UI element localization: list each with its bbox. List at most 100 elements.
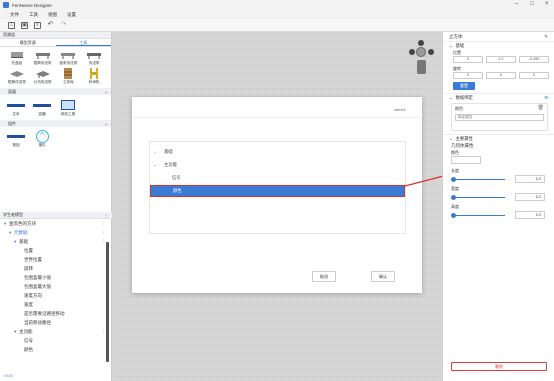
plugin-group-header[interactable]: 组件 ⌄ xyxy=(0,120,111,127)
tree-item[interactable]: 位置 xyxy=(0,246,112,255)
text-widget-icon xyxy=(6,98,26,112)
close-icon[interactable]: × xyxy=(545,1,549,7)
tree-item[interactable]: 包围盒最小值 xyxy=(0,273,112,282)
undo-icon[interactable]: ↶ xyxy=(47,21,54,29)
length-input[interactable]: 0.2 xyxy=(515,175,545,183)
card-container[interactable]: 容器 xyxy=(32,98,52,117)
tree-item[interactable]: 当前移动路径 xyxy=(0,318,112,327)
dialog-row-color[interactable]: 颜色 xyxy=(150,185,405,197)
tree-item[interactable]: ▾ 金资色的方块 ⋮ xyxy=(0,219,112,228)
settings-icon[interactable]: ⚙ xyxy=(544,95,548,101)
menu-bar: 文件 工具 视图 设置 xyxy=(0,10,554,19)
model-grid: 托盘组 辊筒传送带 链条传送带 传送带 辊筒传送带 分流传送带 立体库 码垛机 xyxy=(0,47,111,87)
card-text[interactable]: 文本 xyxy=(6,98,26,117)
maximize-icon[interactable]: □ xyxy=(530,1,534,7)
width-slider[interactable]: 0.2 xyxy=(443,192,554,203)
tree-item[interactable]: 信号 xyxy=(0,336,112,345)
tree-item[interactable]: 颜色 xyxy=(0,345,112,354)
card-webpage[interactable]: 网页工具 xyxy=(58,98,78,117)
width-input[interactable]: 0.2 xyxy=(515,193,545,201)
length-label: 长度 xyxy=(451,167,459,173)
rotation-y-input[interactable]: 0 xyxy=(486,72,516,79)
confirm-button[interactable]: 确认 xyxy=(371,271,395,282)
more-icon[interactable]: ⋮ xyxy=(102,221,107,227)
section-main-properties[interactable]: ⌄ 主要属性 xyxy=(443,134,554,142)
rotation-inputs: 0 0 0 xyxy=(443,72,554,79)
chevron-down-icon: ⌄ xyxy=(104,89,108,94)
model-item[interactable]: 立体库 xyxy=(56,68,82,85)
delete-button[interactable]: 删除 xyxy=(451,362,547,371)
gizmo-right-icon[interactable] xyxy=(428,49,434,55)
more-icon[interactable]: ⋮ xyxy=(104,213,108,218)
model-item[interactable]: 分流传送带 xyxy=(30,68,56,85)
chevron-down-icon[interactable]: ⌄ xyxy=(150,162,160,168)
edit-icon[interactable]: ✎ xyxy=(544,34,548,40)
gizmo-center-icon[interactable] xyxy=(416,47,426,57)
tree-scrollbar[interactable] xyxy=(106,242,109,362)
reset-button[interactable]: 重置 xyxy=(453,82,475,90)
tree-item[interactable]: 旋转 xyxy=(0,264,112,273)
height-slider[interactable]: 0.2 xyxy=(443,210,554,221)
position-x-input[interactable]: 0 xyxy=(453,56,483,63)
card-guide[interactable]: ^ 指引 xyxy=(32,129,52,148)
redo-icon[interactable]: ↷ xyxy=(60,21,67,29)
binding-property-input[interactable]: 绑定属性 xyxy=(455,114,544,121)
height-input[interactable]: 0.2 xyxy=(515,211,545,219)
more-icon[interactable]: ⋮ xyxy=(102,230,107,236)
tree-item-label: 是否需要沿路径移动 xyxy=(24,310,65,316)
gizmo-left-icon[interactable] xyxy=(409,49,415,55)
tree-item-label: 元数据 xyxy=(14,229,28,235)
export-icon[interactable]: ⇪ xyxy=(34,21,41,29)
tree-item[interactable]: 世界位置 xyxy=(0,255,112,264)
length-slider[interactable]: 0.2 xyxy=(443,174,554,185)
dialog-row-signal[interactable]: 信号 xyxy=(150,172,405,184)
color-swatch-input[interactable] xyxy=(451,156,481,164)
rotation-label: 旋转 xyxy=(453,65,461,71)
length-slider-knob[interactable] xyxy=(451,177,456,182)
tree-item[interactable]: ▾ 主功能 ⋮ xyxy=(0,327,112,336)
menu-file[interactable]: 文件 xyxy=(10,12,19,18)
gizmo-camera-icon[interactable] xyxy=(417,60,426,74)
delete-binding-icon[interactable]: 🗑 xyxy=(538,105,544,111)
tree-item-label: 旋转 xyxy=(24,265,33,271)
model-item[interactable]: 码垛机 xyxy=(81,68,107,85)
tree-item[interactable]: 速度 xyxy=(0,300,112,309)
tab-models[interactable]: 模型资源 xyxy=(0,39,56,46)
view-gizmo[interactable] xyxy=(409,40,435,80)
tree-item[interactable]: ▾ 基础 ⋮ xyxy=(0,237,112,246)
dialog-divider xyxy=(132,117,422,118)
model-item[interactable]: 链条传送带 xyxy=(56,49,82,66)
tree-item[interactable]: 包围盒最大值 xyxy=(0,282,112,291)
model-item[interactable]: 辊筒传送带 xyxy=(30,49,56,66)
properties-header: 立方体 ✎ xyxy=(443,32,554,41)
card-button[interactable]: 按钮 xyxy=(6,129,26,148)
minimize-icon[interactable]: – xyxy=(515,1,518,7)
tree-item[interactable]: 速度方向 xyxy=(0,291,112,300)
model-item[interactable]: 传送带 xyxy=(81,49,107,66)
chevron-right-icon[interactable]: › xyxy=(150,150,160,155)
menu-tools[interactable]: 工具 xyxy=(29,12,38,18)
home-icon[interactable]: ⌂ xyxy=(8,21,15,29)
position-z-input[interactable]: -0.059 xyxy=(519,56,549,63)
menu-view[interactable]: 视图 xyxy=(48,12,57,18)
model-item[interactable]: 辊筒传送带 xyxy=(4,68,30,85)
height-slider-knob[interactable] xyxy=(451,213,456,218)
section-data-binding[interactable]: ⌄ 数据绑定 ⚙ xyxy=(443,93,554,101)
dialog-row-main[interactable]: ⌄ 主功能 xyxy=(150,159,405,171)
section-basic[interactable]: ⌄ 基础 xyxy=(443,41,554,49)
tree-item[interactable]: 是否需要沿路径移动 xyxy=(0,309,112,318)
rotation-z-input[interactable]: 0 xyxy=(519,72,549,79)
menu-settings[interactable]: 设置 xyxy=(67,12,76,18)
save-icon[interactable]: ▣ xyxy=(21,21,28,29)
position-y-input[interactable]: 0.1 xyxy=(486,56,516,63)
width-slider-knob[interactable] xyxy=(451,195,456,200)
tree-item-label: 主功能 xyxy=(19,328,33,334)
gizmo-top-icon[interactable] xyxy=(418,40,424,46)
model-item[interactable]: 托盘组 xyxy=(4,49,30,66)
tree-item[interactable]: ▾ 元数据 ⋮ xyxy=(0,228,112,237)
rotation-x-input[interactable]: 0 xyxy=(453,72,483,79)
tab-tools[interactable]: 工具 xyxy=(55,39,111,46)
container-group-header[interactable]: 容器 ⌄ xyxy=(0,88,111,95)
dialog-row-basic[interactable]: › 基础 xyxy=(150,146,405,158)
cancel-button[interactable]: 取消 xyxy=(312,271,336,282)
